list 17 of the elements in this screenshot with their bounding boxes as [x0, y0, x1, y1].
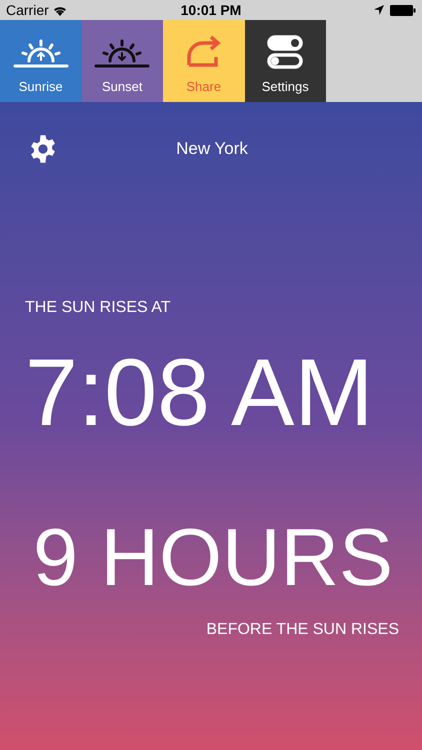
toggles-icon [267, 34, 304, 68]
sunrise-icon [12, 38, 69, 68]
location-arrow-icon [374, 5, 384, 15]
battery-icon [390, 4, 416, 16]
sunrise-time: 7:08 AM [25, 339, 374, 448]
sunrise-caption: THE SUN RISES AT [25, 298, 171, 318]
clock-time: 10:01 PM [180, 0, 242, 20]
countdown-caption: BEFORE THE SUN RISES [206, 620, 399, 640]
carrier-label: Carrier [6, 0, 49, 20]
share-icon [186, 34, 222, 68]
tab-button[interactable]: Settings [244, 20, 326, 102]
tab-button[interactable]: Sunrise [0, 20, 82, 102]
city-name: New York [176, 138, 248, 160]
sunset-icon [94, 38, 150, 68]
tab-button[interactable]: Sunset [82, 20, 163, 102]
hours-countdown: 9 HOURS [33, 512, 394, 605]
wifi-icon [52, 4, 67, 16]
